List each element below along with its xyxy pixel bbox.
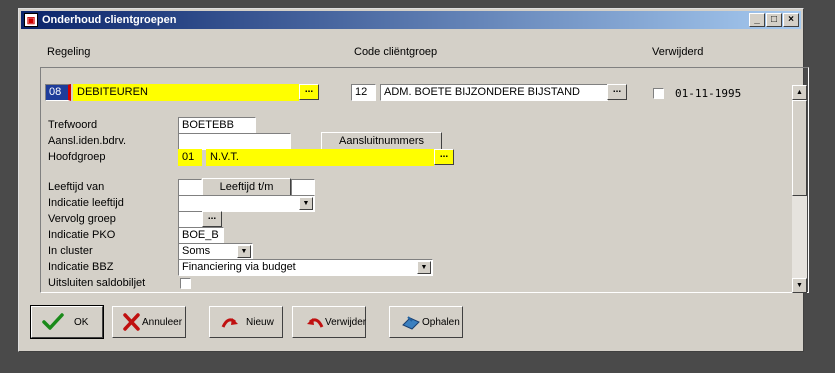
dropdown-arrow-icon[interactable]: ▼ <box>237 245 251 258</box>
verwijderd-date: 01-11-1995 <box>675 87 742 100</box>
client-lookup-button[interactable]: ... <box>607 84 627 100</box>
leeftijd-tm-field[interactable] <box>291 179 315 196</box>
ophalen-label: Ophalen <box>422 317 460 328</box>
record-panel: 08 DEBITEUREN ... 12 ADM. BOETE BIJZONDE… <box>40 67 809 293</box>
verwijderd-checkbox[interactable] <box>653 88 664 99</box>
window-title: Onderhoud clientgroepen <box>42 14 177 26</box>
title-bar[interactable]: ▣ Onderhoud clientgroepen _ □ × <box>21 11 801 29</box>
client-name-field[interactable]: ADM. BOETE BIJZONDERE BIJSTAND <box>380 84 608 101</box>
ok-label: OK <box>74 317 89 328</box>
indicatie-pko-label: Indicatie PKO <box>48 229 116 241</box>
in-cluster-select[interactable]: Soms ▼ <box>178 243 253 260</box>
nieuw-button[interactable]: Nieuw <box>209 306 283 338</box>
minimize-button[interactable]: _ <box>749 13 765 27</box>
ophalen-button[interactable]: Ophalen <box>389 306 463 338</box>
hoofdgroep-lookup-button[interactable]: ... <box>434 149 454 165</box>
curved-arrow-icon <box>221 318 238 328</box>
leeftijd-van-field[interactable] <box>178 179 202 196</box>
header-regeling: Regeling <box>47 46 91 58</box>
curved-arrow-back-icon <box>307 318 324 328</box>
annuleer-button[interactable]: Annuleer <box>112 306 186 338</box>
x-icon <box>123 313 140 331</box>
close-button[interactable]: × <box>783 13 799 27</box>
scroll-up-icon[interactable]: ▲ <box>792 85 807 100</box>
indicatie-bbz-label: Indicatie BBZ <box>48 261 114 273</box>
regeling-name-field[interactable]: DEBITEUREN <box>73 84 299 101</box>
hoofdgroep-code-field[interactable]: 01 <box>178 149 202 166</box>
indicatie-bbz-value: Financiering via budget <box>182 261 296 273</box>
aansluitnummers-button[interactable]: Aansluitnummers <box>321 132 442 150</box>
maximize-button[interactable]: □ <box>766 13 782 27</box>
header-code-clientgroep: Code cliëntgroep <box>354 46 438 58</box>
regeling-lookup-button[interactable]: ... <box>299 84 319 100</box>
indicatie-leeftijd-select[interactable]: ▼ <box>178 195 315 212</box>
header-verwijderd: Verwijderd <box>652 46 704 58</box>
vertical-scrollbar[interactable]: ▲ ▼ <box>792 85 807 293</box>
indicatie-leeftijd-label: Indicatie leeftijd <box>48 197 124 209</box>
indicatie-pko-field[interactable]: BOE_B <box>178 227 224 244</box>
hoofdgroep-name-field[interactable]: N.V.T. <box>206 149 434 166</box>
vervolg-groep-field[interactable] <box>178 211 204 228</box>
annuleer-label: Annuleer <box>142 317 183 328</box>
main-window: ▣ Onderhoud clientgroepen _ □ × Regeling… <box>18 8 809 352</box>
in-cluster-label: In cluster <box>48 245 93 257</box>
dropdown-arrow-icon[interactable]: ▼ <box>417 261 431 274</box>
client-code-field[interactable]: 12 <box>351 84 376 101</box>
trefwoord-field[interactable]: BOETEBB <box>178 117 256 134</box>
verwijder-button[interactable]: Verwijder <box>292 306 366 338</box>
dropdown-arrow-icon[interactable]: ▼ <box>299 197 313 210</box>
vervolg-groep-label: Vervolg groep <box>48 213 116 225</box>
verwijder-label: Verwijder <box>325 317 367 328</box>
aansl-field[interactable] <box>178 133 291 150</box>
uitsluiten-checkbox[interactable] <box>180 278 191 289</box>
scroll-thumb[interactable] <box>792 100 807 196</box>
vervolg-groep-lookup-button[interactable]: ... <box>202 211 222 227</box>
nieuw-label: Nieuw <box>246 317 274 328</box>
ok-button[interactable]: OK <box>30 305 104 339</box>
scroll-down-icon[interactable]: ▼ <box>792 278 807 293</box>
regeling-code-field[interactable]: 08 <box>45 84 71 101</box>
uitsluiten-label: Uitsluiten saldobiljet <box>48 277 146 289</box>
fetch-icon <box>402 316 420 330</box>
trefwoord-label: Trefwoord <box>48 119 98 131</box>
in-cluster-value: Soms <box>182 245 211 257</box>
app-icon: ▣ <box>24 13 38 27</box>
checkmark-icon <box>42 313 64 330</box>
indicatie-bbz-select[interactable]: Financiering via budget ▼ <box>178 259 433 276</box>
leeftijd-van-label: Leeftijd van <box>48 181 105 193</box>
hoofdgroep-label: Hoofdgroep <box>48 151 106 163</box>
aansl-label: Aansl.iden.bdrv. <box>48 135 127 147</box>
leeftijd-tm-button[interactable]: Leeftijd t/m <box>202 178 291 196</box>
